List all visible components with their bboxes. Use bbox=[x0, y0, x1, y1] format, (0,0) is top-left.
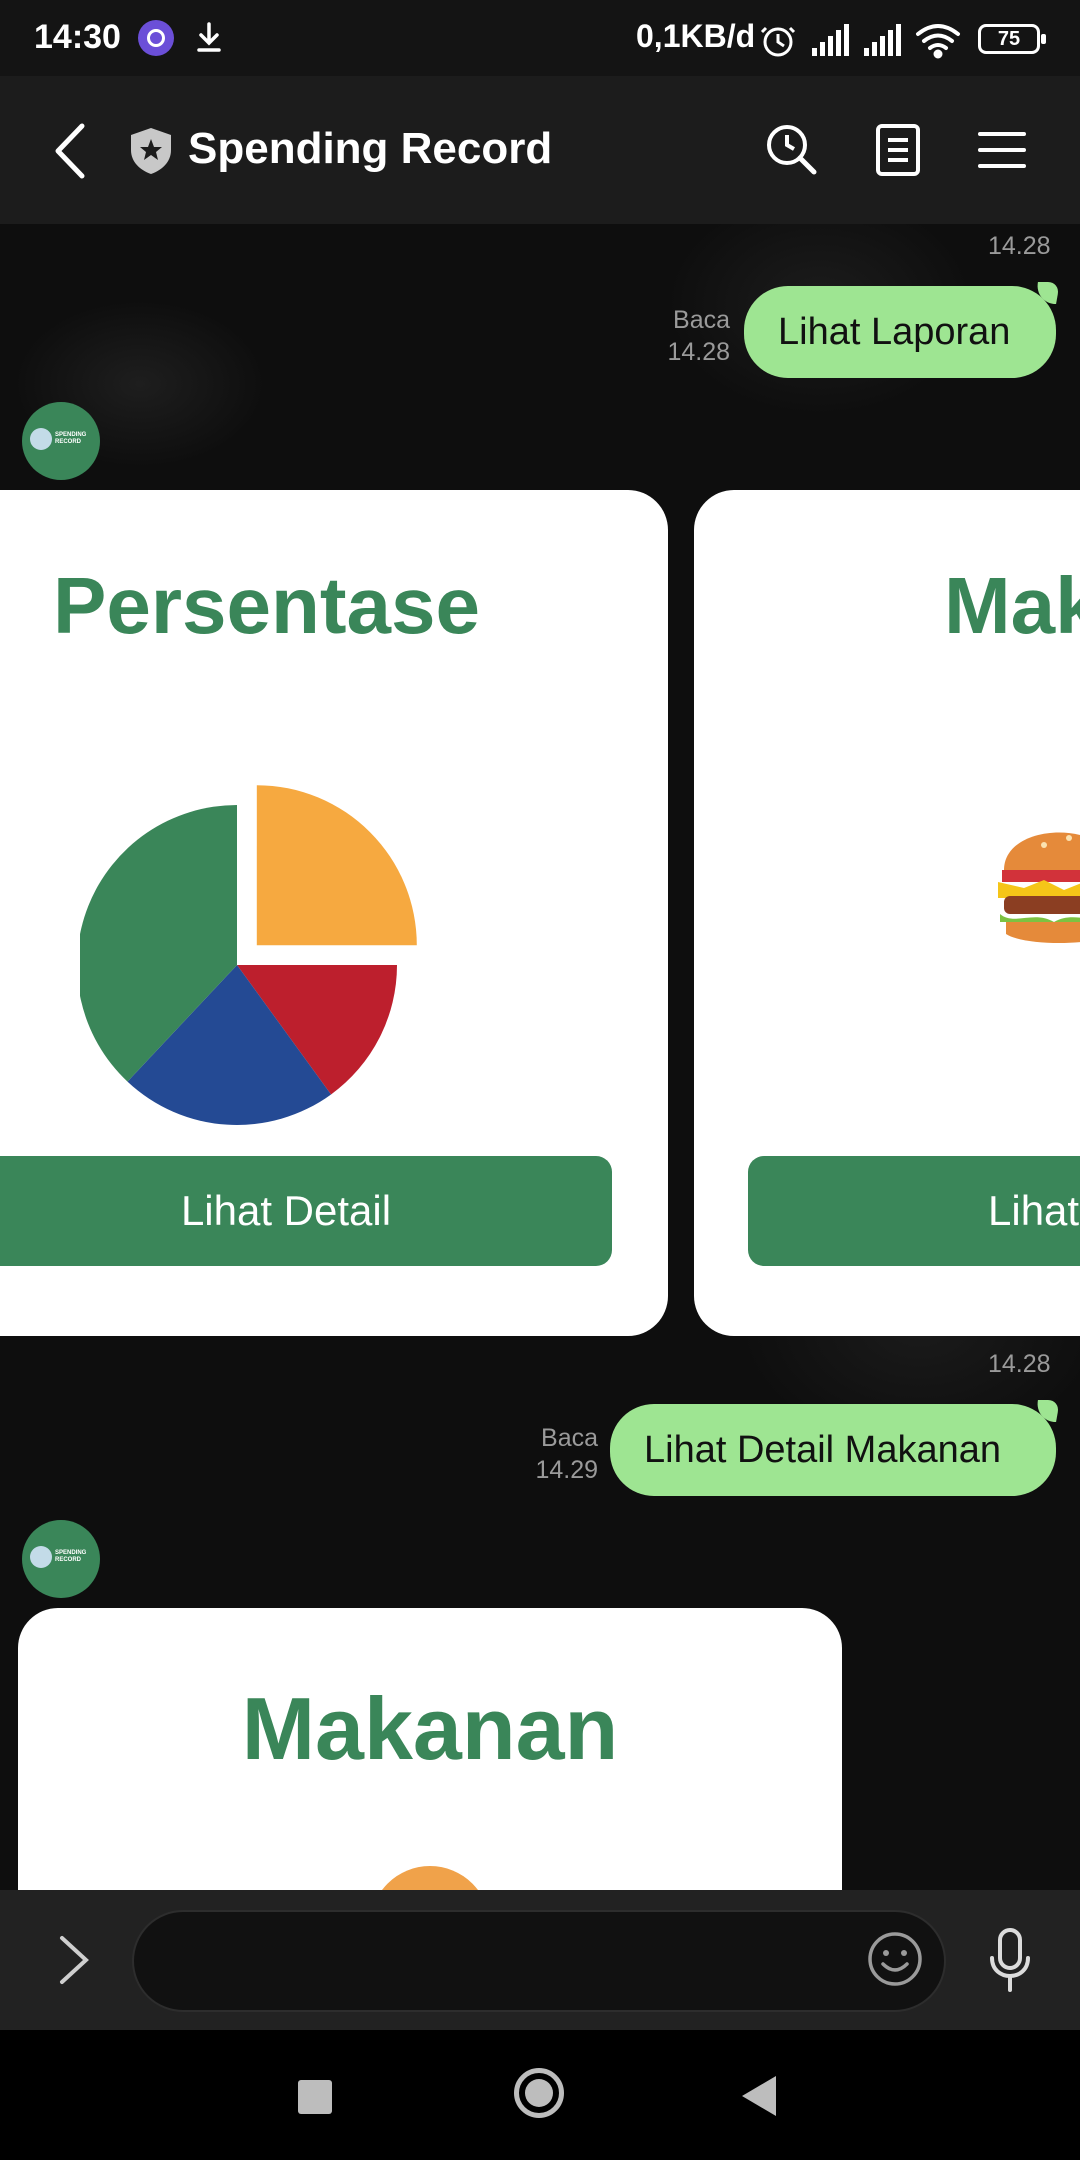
burger-top-icon bbox=[370, 1866, 490, 1890]
read-receipt: Baca 14.29 bbox=[518, 1422, 598, 1486]
home-button[interactable] bbox=[514, 2068, 564, 2118]
system-nav-bar bbox=[0, 2030, 1080, 2160]
pie-slice-1 bbox=[256, 785, 417, 946]
read-receipt: Baca 14.28 bbox=[650, 304, 730, 368]
chat-area[interactable]: 14.28 Baca 14.28 Lihat Laporan SPENDING … bbox=[0, 224, 1080, 1890]
alarm-icon bbox=[760, 26, 796, 57]
signal-icon bbox=[864, 24, 901, 56]
network-speed: 0,1KB/d bbox=[636, 18, 756, 54]
status-bar: 14:30 0,1KB/d 75 bbox=[0, 0, 1080, 76]
view-detail-button[interactable]: Lihat Detail bbox=[0, 1156, 612, 1266]
burger-icon bbox=[998, 832, 1080, 943]
read-label: Baca bbox=[541, 1424, 598, 1452]
read-time: 14.29 bbox=[535, 1456, 598, 1484]
read-label: Baca bbox=[673, 306, 730, 334]
message-timestamp: 14.28 bbox=[988, 1350, 1051, 1378]
download-icon bbox=[197, 22, 221, 52]
avatar-logo-icon bbox=[30, 1546, 52, 1568]
detail-card-food[interactable]: Makanan bbox=[18, 1608, 842, 1890]
carousel-card-food[interactable]: Mak Lihat bbox=[694, 490, 1080, 1336]
recents-button[interactable] bbox=[298, 2080, 332, 2114]
outgoing-message-bubble[interactable]: Lihat Detail Makanan bbox=[610, 1404, 1056, 1496]
card-title: Mak bbox=[944, 561, 1080, 650]
app-header: Spending Record bbox=[0, 76, 1080, 224]
message-timestamp: 14.28 bbox=[988, 232, 1051, 260]
avatar-text: SPENDING RECORD bbox=[55, 1550, 87, 1563]
opera-icon bbox=[138, 20, 174, 56]
back-icon[interactable] bbox=[46, 116, 96, 186]
card-title: Persentase bbox=[53, 561, 480, 650]
clock: 14:30 bbox=[34, 18, 121, 56]
menu-icon[interactable] bbox=[972, 120, 1032, 180]
signal-icon bbox=[812, 24, 849, 56]
microphone-icon[interactable] bbox=[984, 1926, 1036, 1996]
view-detail-button[interactable]: Lihat bbox=[748, 1156, 1080, 1266]
message-composer bbox=[0, 1890, 1080, 2030]
message-input[interactable] bbox=[132, 1910, 946, 2012]
emoji-icon[interactable] bbox=[866, 1930, 924, 1988]
avatar-logo-icon bbox=[30, 428, 52, 450]
card-title: Makanan bbox=[241, 1679, 619, 1778]
outgoing-message-bubble[interactable]: Lihat Laporan bbox=[744, 286, 1056, 378]
battery-icon: 75 bbox=[978, 24, 1046, 54]
nav-back-button[interactable] bbox=[742, 2076, 776, 2116]
avatar-text: SPENDING RECORD bbox=[55, 432, 87, 445]
expand-icon[interactable] bbox=[54, 1930, 94, 1990]
history-search-icon[interactable] bbox=[762, 120, 822, 180]
shield-star-icon bbox=[131, 128, 171, 174]
pie-chart bbox=[80, 785, 417, 1125]
carousel-card-percentage[interactable]: Persentase Lihat Detail bbox=[0, 490, 668, 1336]
avatar[interactable]: SPENDING RECORD bbox=[22, 402, 100, 480]
wifi-icon bbox=[916, 24, 960, 59]
chat-title: Spending Record bbox=[188, 124, 553, 173]
notes-icon[interactable] bbox=[868, 120, 928, 180]
read-time: 14.28 bbox=[667, 338, 730, 366]
avatar[interactable]: SPENDING RECORD bbox=[22, 1520, 100, 1598]
